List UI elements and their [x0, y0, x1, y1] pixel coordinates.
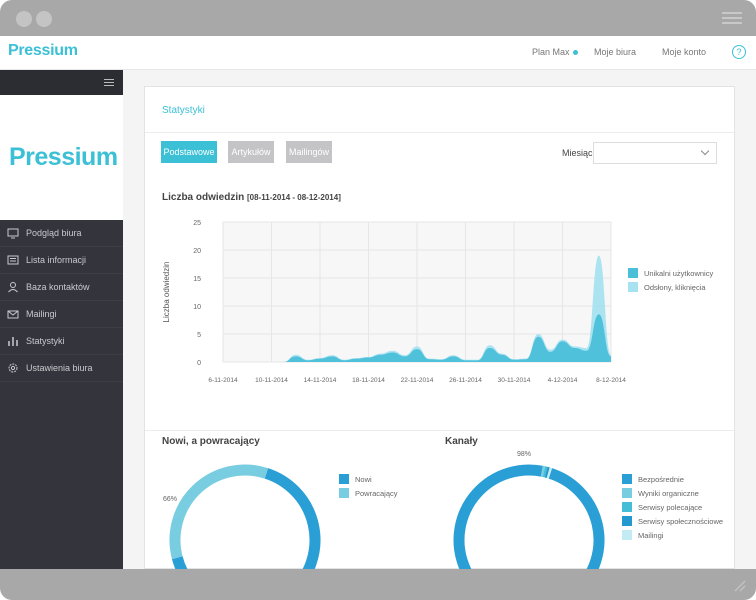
monitor-icon [7, 228, 19, 239]
sidebar-header [0, 70, 123, 95]
slice-label: 98% [517, 451, 531, 458]
legend-label: Serwisy społecznościowe [638, 517, 724, 526]
sidebar-item-1[interactable]: Lista informacji [0, 247, 123, 274]
legend-swatch [622, 488, 632, 498]
sidebar-item-label: Ustawienia biura [26, 363, 93, 373]
legend-swatch [339, 488, 349, 498]
donut-slice [544, 466, 550, 478]
sidebar-item-3[interactable]: Mailingi [0, 301, 123, 328]
my-offices-link[interactable]: Moje biura [594, 47, 636, 57]
browser-frame: Pressium Plan Max Moje biura Moje konto … [0, 0, 756, 600]
legend-label: Mailingi [638, 531, 664, 540]
sidebar-item-label: Lista informacji [26, 255, 87, 265]
sidebar-item-label: Statystyki [26, 336, 65, 346]
legend-swatch [339, 474, 349, 484]
sidebar-toggle-icon[interactable] [104, 79, 114, 88]
bar-chart-icon [8, 337, 18, 346]
legend-swatch [622, 502, 632, 512]
user-icon [8, 282, 18, 293]
my-account-link[interactable]: Moje konto [662, 47, 706, 57]
gear-icon [8, 363, 18, 373]
window-dot-icon[interactable] [36, 11, 52, 27]
donut-slice [453, 464, 605, 569]
envelope-icon [7, 310, 19, 319]
legend-label: Wyniki organiczne [638, 489, 699, 498]
sidebar-item-label: Baza kontaktów [26, 282, 90, 292]
sidebar-item-4[interactable]: Statystyki [0, 328, 123, 355]
window-dot-icon[interactable] [16, 11, 32, 27]
sidebar-logo: Pressium [9, 143, 118, 171]
sidebar-item-label: Podgląd biura [26, 228, 82, 238]
sidebar-item-label: Mailingi [26, 309, 57, 319]
legend-label: Serwisy polecające [638, 503, 703, 512]
sidebar-item-5[interactable]: Ustawienia biura [0, 355, 123, 382]
resize-grip-icon[interactable] [732, 578, 746, 592]
help-icon[interactable]: ? [732, 45, 746, 59]
legend-swatch [622, 530, 632, 540]
donut-slice [169, 464, 269, 560]
donut-slice [542, 466, 548, 478]
sidebar-logo-box: Pressium [0, 95, 123, 220]
legend-label: Powracający [355, 489, 398, 498]
sidebar-menu: Podgląd biura Lista informacji Baza kontak… [0, 220, 123, 382]
app-screen: Pressium Plan Max Moje biura Moje konto … [0, 36, 756, 569]
plan-status-dot-icon [572, 50, 578, 56]
sidebar-item-0[interactable]: Podgląd biura [0, 220, 123, 247]
legend-label: Bezpośrednie [638, 475, 684, 484]
sidebar: Pressium Podgląd biura Lista informacji Ba… [0, 70, 123, 569]
donut-slice [546, 467, 553, 479]
sidebar-item-2[interactable]: Baza kontaktów [0, 274, 123, 301]
browser-menu-icon[interactable] [722, 12, 742, 26]
legend-label: Nowi [355, 475, 372, 484]
plan-link[interactable]: Plan Max [532, 47, 578, 57]
statistics-card: Statystyki Podstawowe Artykułów Mailingó… [144, 86, 735, 569]
header-logo[interactable]: Pressium [8, 42, 78, 60]
legend-swatch [622, 474, 632, 484]
top-navigation-bar: Pressium Plan Max Moje biura Moje konto … [0, 36, 756, 70]
legend-swatch [622, 516, 632, 526]
slice-label: 66% [163, 496, 177, 503]
list-icon [7, 255, 19, 265]
